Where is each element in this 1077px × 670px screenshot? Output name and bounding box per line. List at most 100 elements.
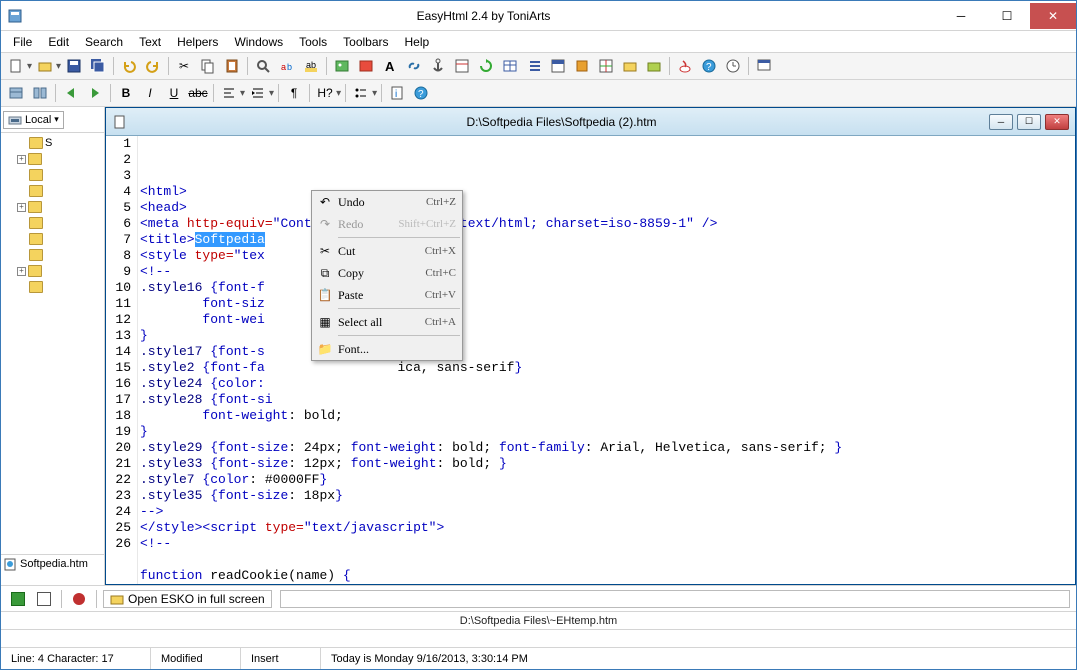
tool-button-1[interactable] (451, 55, 473, 77)
window-controls: ─ ☐ ✕ (938, 3, 1076, 29)
tool-button-3[interactable] (571, 55, 593, 77)
strike-button[interactable]: abc (187, 82, 209, 104)
preview-button[interactable] (355, 55, 377, 77)
tool-button-4[interactable] (619, 55, 641, 77)
sidebar: Local ▾ S + + + Softpedia.htm (1, 107, 105, 585)
view-button-1[interactable] (5, 82, 27, 104)
menu-file[interactable]: File (5, 33, 40, 51)
undo-button[interactable] (118, 55, 140, 77)
menu-edit[interactable]: Edit (40, 33, 77, 51)
list-button[interactable] (523, 55, 545, 77)
svg-text:?: ? (418, 89, 424, 100)
help-button[interactable]: ? (698, 55, 720, 77)
open-esko-button[interactable]: Open ESKO in full screen (103, 590, 272, 608)
highlight-button[interactable]: ab (300, 55, 322, 77)
stop-button[interactable] (68, 588, 90, 610)
ctx-select-all[interactable]: ▦Select allCtrl+A (312, 311, 462, 333)
browser-button[interactable] (753, 55, 775, 77)
nav-forward-button[interactable] (84, 82, 106, 104)
code-editor[interactable]: 1234567891011121314151617181920212223242… (106, 136, 1075, 584)
svg-text:?: ? (706, 62, 712, 73)
toolbar-main: ▾ ▾ ✂ ab ab A ? (1, 53, 1076, 80)
redo-button[interactable] (142, 55, 164, 77)
image-button[interactable] (331, 55, 353, 77)
open-button[interactable] (34, 55, 56, 77)
doc-close-button[interactable]: ✕ (1045, 114, 1069, 130)
save-button[interactable] (63, 55, 85, 77)
toolbar-format: B I U abc ▾ ▾ ¶ H?▾ ▾ i ? (1, 80, 1076, 107)
context-help-button[interactable]: ? (410, 82, 432, 104)
doc-maximize-button[interactable]: ☐ (1017, 114, 1041, 130)
menu-help[interactable]: Help (397, 33, 438, 51)
italic-button[interactable]: I (139, 82, 161, 104)
svg-text:b: b (287, 62, 292, 72)
replace-button[interactable]: ab (276, 55, 298, 77)
menu-text[interactable]: Text (131, 33, 169, 51)
heading-button[interactable]: H? (314, 82, 336, 104)
link-button[interactable] (403, 55, 425, 77)
ctx-paste[interactable]: 📋PasteCtrl+V (312, 284, 462, 306)
title-bar: EasyHtml 2.4 by ToniArts ─ ☐ ✕ (1, 1, 1076, 31)
context-menu: ↶UndoCtrl+Z↷RedoShift+Ctrl+Z ✂CutCtrl+X⧉C… (311, 190, 463, 361)
status-modified: Modified (151, 648, 241, 669)
bold-button[interactable]: B (115, 82, 137, 104)
menu-bar: File Edit Search Text Helpers Windows To… (1, 31, 1076, 53)
anchor-button[interactable] (427, 55, 449, 77)
maximize-button[interactable]: ☐ (984, 3, 1030, 29)
tool-button-2[interactable] (547, 55, 569, 77)
save-all-button[interactable] (87, 55, 109, 77)
java-button[interactable] (674, 55, 696, 77)
mdi-area: D:\Softpedia Files\Softpedia (2).htm ─ ☐… (105, 107, 1076, 585)
sidebar-toolbar: Local ▾ (1, 107, 104, 133)
menu-windows[interactable]: Windows (226, 33, 291, 51)
copy-button[interactable] (197, 55, 219, 77)
menu-tools[interactable]: Tools (291, 33, 335, 51)
new-file-button[interactable] (5, 55, 27, 77)
svg-text:i: i (395, 89, 397, 100)
ctx-cut[interactable]: ✂CutCtrl+X (312, 240, 462, 262)
menu-toolbars[interactable]: Toolbars (335, 33, 396, 51)
menu-search[interactable]: Search (77, 33, 131, 51)
tab-button-2[interactable] (33, 588, 55, 610)
fullscreen-icon (110, 592, 124, 606)
align-button[interactable] (218, 82, 240, 104)
local-dropdown[interactable]: Local ▾ (3, 111, 64, 129)
tool-button-5[interactable] (643, 55, 665, 77)
paragraph-button[interactable]: ¶ (283, 82, 305, 104)
svg-text:A: A (385, 59, 395, 74)
status-position: Line: 4 Character: 17 (1, 648, 151, 669)
document-title: D:\Softpedia Files\Softpedia (2).htm (134, 115, 989, 129)
app-title: EasyHtml 2.4 by ToniArts (29, 9, 938, 23)
ctx-copy[interactable]: ⧉CopyCtrl+C (312, 262, 462, 284)
info-button[interactable]: i (386, 82, 408, 104)
ctx-redo: ↷RedoShift+Ctrl+Z (312, 213, 462, 235)
paste-button[interactable] (221, 55, 243, 77)
font-a-button[interactable]: A (379, 55, 401, 77)
close-button[interactable]: ✕ (1030, 3, 1076, 29)
file-item[interactable]: Softpedia.htm (3, 557, 102, 571)
menu-helpers[interactable]: Helpers (169, 33, 226, 51)
document-titlebar[interactable]: D:\Softpedia Files\Softpedia (2).htm ─ ☐… (106, 108, 1075, 136)
view-button-2[interactable] (29, 82, 51, 104)
doc-minimize-button[interactable]: ─ (989, 114, 1013, 130)
indent-button[interactable] (247, 82, 269, 104)
ctx-font-[interactable]: 📁Font... (312, 338, 462, 360)
folder-tree[interactable]: S + + + (1, 133, 104, 555)
underline-button[interactable]: U (163, 82, 185, 104)
nav-back-button[interactable] (60, 82, 82, 104)
line-gutter: 1234567891011121314151617181920212223242… (106, 136, 138, 584)
cut-button[interactable]: ✂ (173, 55, 195, 77)
status-bar: Line: 4 Character: 17 Modified Insert To… (1, 647, 1076, 669)
tab-button-1[interactable] (7, 588, 29, 610)
frames-button[interactable] (595, 55, 617, 77)
clock-button[interactable] (722, 55, 744, 77)
reload-button[interactable] (475, 55, 497, 77)
bullets-button[interactable] (350, 82, 372, 104)
table-button[interactable] (499, 55, 521, 77)
ctx-undo[interactable]: ↶UndoCtrl+Z (312, 191, 462, 213)
minimize-button[interactable]: ─ (938, 3, 984, 29)
svg-text:a: a (281, 62, 286, 72)
code-area[interactable]: <html><head><meta http-equiv="Content-Ty… (138, 136, 1075, 584)
search-button[interactable] (252, 55, 274, 77)
app-icon (7, 8, 23, 24)
